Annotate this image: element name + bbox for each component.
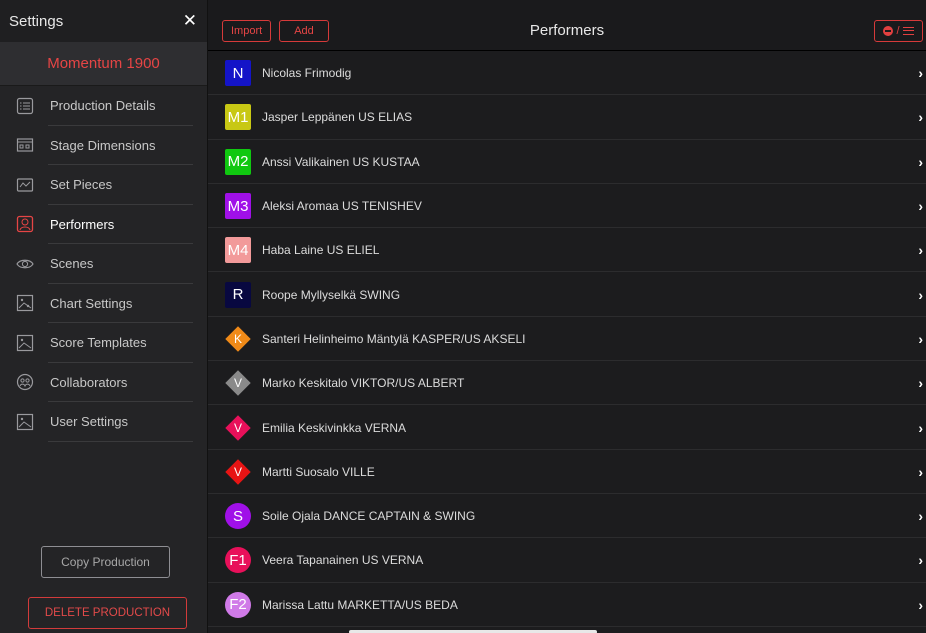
chart-icon bbox=[16, 294, 34, 312]
performer-row[interactable]: M1 Jasper Leppänen US ELIAS › bbox=[208, 95, 926, 140]
performer-name: Soile Ojala DANCE CAPTAIN & SWING bbox=[262, 509, 476, 524]
sidebar-item-score-templates[interactable]: Score Templates bbox=[0, 323, 207, 363]
chevron-right-icon: › bbox=[918, 552, 923, 569]
chevron-right-icon: › bbox=[918, 375, 923, 392]
sidebar-item-user-settings[interactable]: User Settings bbox=[0, 402, 207, 442]
badge-text: V bbox=[233, 420, 242, 435]
chevron-right-icon: › bbox=[918, 463, 923, 480]
performer-badge: R bbox=[225, 281, 251, 308]
badge-text: V bbox=[233, 464, 242, 479]
performer-icon bbox=[16, 215, 34, 233]
performer-row[interactable]: R Roope Myllyselkä SWING › bbox=[208, 272, 926, 318]
performer-row[interactable]: V Marko Keskitalo VIKTOR/US ALBERT › bbox=[208, 361, 926, 406]
copy-production-button[interactable]: Copy Production bbox=[41, 546, 170, 578]
performer-badge: F2 bbox=[225, 591, 251, 618]
performer-badge: M1 bbox=[225, 104, 251, 131]
list-icon bbox=[16, 97, 34, 115]
performer-row[interactable]: M2 Anssi Valikainen US KUSTAA › bbox=[208, 140, 926, 185]
collaborators-icon bbox=[16, 373, 34, 391]
performer-name: Anssi Valikainen US KUSTAA bbox=[262, 154, 420, 169]
performer-name: Emilia Keskivinkka VERNA bbox=[262, 420, 407, 435]
user-settings-icon bbox=[16, 413, 34, 431]
performer-badge: M4 bbox=[225, 237, 251, 264]
chevron-right-icon: › bbox=[918, 65, 923, 82]
stage-icon bbox=[16, 136, 34, 154]
performer-badge: F1 bbox=[225, 547, 251, 574]
sidebar-menu: Production Details Stage Dimensions Set Pi… bbox=[0, 86, 207, 442]
sidebar-item-scenes[interactable]: Scenes bbox=[0, 244, 207, 284]
sidebar-item-label: Scenes bbox=[50, 256, 94, 272]
performer-row[interactable]: V Martti Suosalo VILLE › bbox=[208, 450, 926, 495]
chevron-right-icon: › bbox=[918, 198, 923, 215]
sidebar-item-label: Stage Dimensions bbox=[50, 137, 156, 153]
sidebar-item-label: User Settings bbox=[50, 414, 129, 430]
performer-list: N Nicolas Frimodig › M1 Jasper Leppänen US E… bbox=[208, 51, 926, 628]
performer-name: Jasper Leppänen US ELIAS bbox=[262, 110, 413, 125]
performer-name: Martti Suosalo VILLE bbox=[262, 464, 375, 479]
delete-production-button[interactable]: DELETE PRODUCTION bbox=[28, 597, 187, 629]
performer-name: Marissa Lattu MARKETTA/US BEDA bbox=[262, 597, 458, 612]
performer-badge: N bbox=[225, 60, 251, 87]
eye-icon bbox=[16, 255, 34, 273]
chevron-right-icon: › bbox=[918, 508, 923, 525]
badge-text: V bbox=[233, 376, 242, 391]
chevron-right-icon: › bbox=[918, 286, 923, 303]
chevron-right-icon: › bbox=[918, 596, 923, 613]
sidebar-item-chart-settings[interactable]: Chart Settings bbox=[0, 284, 207, 324]
chevron-right-icon: › bbox=[918, 109, 923, 126]
sidebar-item-label: Production Details bbox=[50, 98, 156, 114]
performer-badge: V bbox=[225, 414, 251, 441]
sidebar-item-label: Chart Settings bbox=[50, 295, 133, 311]
performers-panel: Import Add Performers / N Nicolas Frimodi… bbox=[208, 0, 926, 633]
performer-badge: V bbox=[225, 370, 251, 396]
sidebar-item-collaborators[interactable]: Collaborators bbox=[0, 363, 207, 403]
chevron-right-icon: › bbox=[918, 153, 923, 170]
performer-row[interactable]: K Santeri Helinheimo Mäntylä KASPER/US AK… bbox=[208, 317, 926, 362]
chevron-right-icon: › bbox=[918, 330, 923, 347]
page-title: Performers bbox=[529, 22, 605, 39]
chevron-right-icon: › bbox=[918, 419, 923, 436]
performer-name: Haba Laine US ELIEL bbox=[262, 243, 380, 258]
performer-badge: M2 bbox=[225, 148, 251, 175]
production-name[interactable]: Momentum 1900 bbox=[0, 42, 207, 86]
settings-sidebar: Settings ✕ Momentum 1900 Production Deta… bbox=[0, 0, 208, 633]
sidebar-item-stage-dimensions[interactable]: Stage Dimensions bbox=[0, 126, 207, 166]
performer-badge: S bbox=[225, 503, 251, 530]
performer-row[interactable]: S Soile Ojala DANCE CAPTAIN & SWING › bbox=[208, 494, 926, 539]
sidebar-item-label: Set Pieces bbox=[50, 177, 113, 193]
performer-name: Santeri Helinheimo Mäntylä KASPER/US AKS… bbox=[262, 331, 526, 346]
performer-row[interactable]: V Emilia Keskivinkka VERNA › bbox=[208, 405, 926, 450]
performer-row[interactable]: F2 Marissa Lattu MARKETTA/US BEDA › bbox=[208, 583, 926, 628]
sidebar-item-production-details[interactable]: Production Details bbox=[0, 86, 207, 126]
view-toggle-button[interactable]: / bbox=[874, 20, 923, 42]
performer-row[interactable]: N Nicolas Frimodig › bbox=[208, 51, 926, 96]
performer-badge: V bbox=[225, 459, 251, 485]
performer-name: Aleksi Aromaa US TENISHEV bbox=[262, 199, 422, 214]
performer-name: Marko Keskitalo VIKTOR/US ALBERT bbox=[262, 376, 465, 391]
sidebar-item-label: Collaborators bbox=[50, 374, 128, 390]
sidebar-item-label: Score Templates bbox=[50, 335, 147, 351]
sidebar-header: Settings ✕ bbox=[0, 0, 207, 42]
toggle-separator: / bbox=[896, 25, 900, 37]
performer-badge: K bbox=[225, 326, 251, 352]
list-lines-icon bbox=[902, 27, 914, 35]
performer-row[interactable]: M4 Haba Laine US ELIEL › bbox=[208, 228, 926, 273]
performer-name: Nicolas Frimodig bbox=[262, 66, 352, 81]
performer-badge: M3 bbox=[225, 193, 251, 220]
badge-text: K bbox=[233, 331, 242, 346]
performer-name: Veera Tapanainen US VERNA bbox=[262, 553, 424, 568]
chevron-right-icon: › bbox=[918, 242, 923, 259]
sidebar-item-label: Performers bbox=[50, 216, 115, 232]
close-icon[interactable]: ✕ bbox=[183, 11, 197, 31]
performer-row[interactable]: F1 Veera Tapanainen US VERNA › bbox=[208, 538, 926, 583]
sidebar-item-performers[interactable]: Performers bbox=[0, 205, 207, 245]
no-entry-icon bbox=[883, 26, 894, 36]
toolbar: Import Add Performers / bbox=[208, 0, 926, 51]
performer-row[interactable]: M3 Aleksi Aromaa US TENISHEV › bbox=[208, 184, 926, 229]
sidebar-title: Settings bbox=[9, 12, 64, 30]
sidebar-item-set-pieces[interactable]: Set Pieces bbox=[0, 165, 207, 205]
set-pieces-icon bbox=[16, 176, 34, 194]
performer-name: Roope Myllyselkä SWING bbox=[262, 287, 401, 302]
score-icon bbox=[16, 334, 34, 352]
